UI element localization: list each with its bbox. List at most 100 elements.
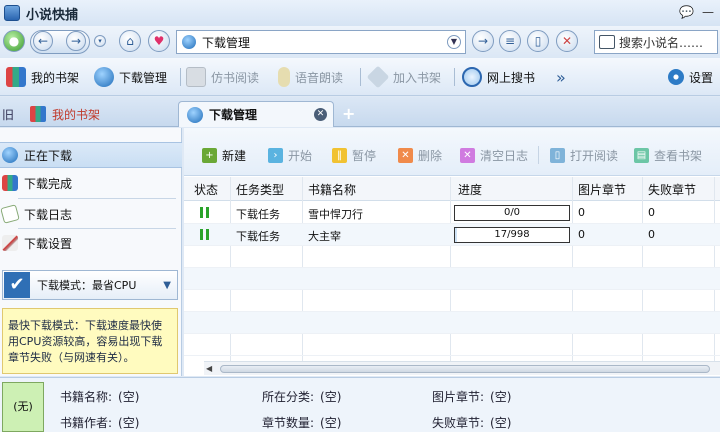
sidebar-item-label: 正在下载 [24, 148, 73, 163]
go-arrow-icon[interactable]: → [472, 30, 494, 52]
sidebar-item-log[interactable]: 下载日志 [0, 201, 182, 227]
address-bar[interactable]: 下载管理 ▼ [176, 30, 466, 54]
toolbar-voice-read[interactable]: 语音朗读 [278, 66, 343, 88]
stop-icon[interactable]: ✕ [556, 30, 578, 52]
scroll-left-icon[interactable]: ◀ [206, 364, 216, 374]
toolbar-label: 我的书架 [31, 70, 80, 85]
button-label: 新建 [222, 148, 247, 163]
address-dropdown-icon[interactable]: ▼ [447, 35, 461, 49]
pause-icon [200, 229, 210, 240]
address-text: 下载管理 [202, 35, 251, 50]
checkmark-icon: ✔ [4, 272, 30, 298]
globe-icon [187, 106, 203, 123]
sidebar-item-label: 下载日志 [24, 207, 73, 222]
toolbar-read[interactable]: 仿书阅读 [186, 66, 259, 88]
globe-icon [2, 147, 18, 163]
horizontal-scrollbar[interactable]: ◀ [204, 361, 720, 375]
info-value: (空) [320, 390, 342, 404]
list-icon[interactable]: ≡ [499, 30, 521, 52]
start-button[interactable]: › 开始 [268, 146, 312, 164]
add-bookshelf-icon [366, 65, 390, 89]
column-header-status[interactable]: 状态 [194, 181, 218, 198]
globe-icon [94, 67, 114, 87]
minimize-button[interactable]: — [702, 5, 714, 19]
info-value: (空) [490, 390, 512, 404]
right-panel: + 新建 › 开始 ‖ 暂停 ✕ 删除 ✕ 清空日志 ▯ 打开阅读 ▤ 查看书架 [184, 128, 720, 376]
delete-button[interactable]: ✕ 删除 [398, 146, 442, 164]
button-label: 打开阅读 [570, 148, 619, 163]
tab-download-manager[interactable]: 下载管理 ✕ [178, 101, 334, 127]
info-label: 书籍作者: [60, 416, 113, 430]
toolbar-my-bookshelf[interactable]: 我的书架 [6, 66, 79, 88]
info-label: 章节数量: [262, 416, 315, 430]
search-icon [599, 35, 615, 49]
forward-arrow-icon[interactable]: → [66, 31, 86, 51]
wrench-icon [2, 235, 18, 251]
add-tab-icon[interactable]: + [342, 104, 355, 123]
task-type-cell: 下载任务 [236, 208, 280, 221]
left-panel: 正在下载 下载完成 下载日志 下载设置 ✔ 下载模式：最省CPU ▼ 最快下载模… [0, 128, 182, 376]
page-icon[interactable]: ▯ [527, 30, 549, 52]
open-read-button[interactable]: ▯ 打开阅读 [550, 146, 618, 164]
table-row-empty [184, 268, 720, 290]
toolbar-more-icon[interactable]: » [556, 66, 566, 88]
sidebar-item-completed[interactable]: 下载完成 [0, 170, 182, 196]
toolbar-add-to-shelf[interactable]: 加入书架 [366, 65, 441, 89]
info-image-chapters: 图片章节: (空) [432, 388, 511, 405]
favorite-heart-icon[interactable]: ♥ [148, 30, 170, 52]
book-name-cell: 大主宰 [308, 230, 341, 243]
info-chapter-count: 章节数量: (空) [262, 414, 341, 431]
pause-icon [200, 207, 210, 218]
globe-icon [182, 35, 196, 49]
scrollbar-thumb[interactable] [220, 365, 710, 373]
history-dropdown-icon[interactable]: ▾ [94, 35, 106, 47]
help-icon[interactable]: 💬 [679, 5, 694, 19]
tab-my-bookshelf[interactable]: 我的书架 [22, 101, 172, 127]
download-mode-select[interactable]: ✔ 下载模式：最省CPU ▼ [2, 270, 178, 300]
toolbar-settings[interactable]: 设置 [668, 66, 713, 88]
table-row-empty [184, 312, 720, 334]
close-tab-icon[interactable]: ✕ [314, 108, 327, 121]
column-header-task-type[interactable]: 任务类型 [236, 181, 284, 198]
pause-button[interactable]: ‖ 暂停 [332, 146, 376, 164]
book-name-cell: 雪中悍刀行 [308, 208, 363, 221]
search-input[interactable]: 搜索小说名…… [619, 34, 703, 51]
button-label: 查看书架 [654, 148, 703, 163]
new-button[interactable]: + 新建 [202, 146, 246, 164]
progress-text: 17/998 [494, 229, 530, 240]
books-icon [30, 106, 46, 122]
sidebar-item-settings[interactable]: 下载设置 [0, 230, 182, 256]
sidebar-item-downloading[interactable]: 正在下载 [0, 142, 182, 168]
search-box[interactable]: 搜索小说名…… [594, 30, 718, 54]
sidebar-item-label: 下载完成 [24, 176, 73, 191]
pause-icon: ‖ [332, 147, 347, 163]
clear-log-button[interactable]: ✕ 清空日志 [460, 146, 528, 164]
column-header-image-chapters[interactable]: 图片章节 [578, 181, 626, 198]
home-icon[interactable]: ⌂ [119, 30, 141, 52]
navigation-bar: ● ← → ▾ ⌂ ♥ 下载管理 ▼ → ≡ ▯ ✕ 搜索小说名…… [0, 26, 720, 58]
column-header-progress[interactable]: 进度 [458, 181, 482, 198]
progress-bar: 17/998 [454, 227, 570, 243]
search-globe-icon [462, 67, 482, 87]
toolbar-web-search[interactable]: 网上搜书 [462, 66, 535, 88]
toolbar-label: 语音朗读 [295, 70, 344, 85]
toolbar-download-manager[interactable]: 下载管理 [94, 66, 167, 88]
open-book-icon: ▯ [550, 147, 565, 163]
back-arrow-icon[interactable]: ← [33, 31, 53, 51]
tab-side-toggle[interactable]: 旧 [2, 101, 14, 127]
table-row[interactable]: 下载任务 大主宰 17/998 0 0 [184, 224, 720, 246]
tab-label: 我的书架 [52, 107, 101, 122]
column-header-failed-chapters[interactable]: 失败章节 [648, 181, 696, 198]
view-shelf-button[interactable]: ▤ 查看书架 [634, 146, 702, 164]
main-toolbar: 我的书架 下载管理 仿书阅读 语音朗读 加入书架 网上搜书 » 设置 [0, 58, 720, 96]
failed-chapters-cell: 0 [648, 228, 655, 241]
table-row-empty [184, 290, 720, 312]
toolbar-label: 设置 [689, 70, 714, 85]
info-label: 图片章节: [432, 390, 485, 404]
column-header-book-name[interactable]: 书籍名称 [308, 181, 356, 198]
books-icon [6, 67, 26, 87]
settings-icon [668, 69, 684, 85]
button-label: 暂停 [352, 148, 377, 163]
user-icon[interactable]: ● [3, 30, 25, 52]
table-row[interactable]: 下载任务 雪中悍刀行 0/0 0 0 [184, 202, 720, 224]
